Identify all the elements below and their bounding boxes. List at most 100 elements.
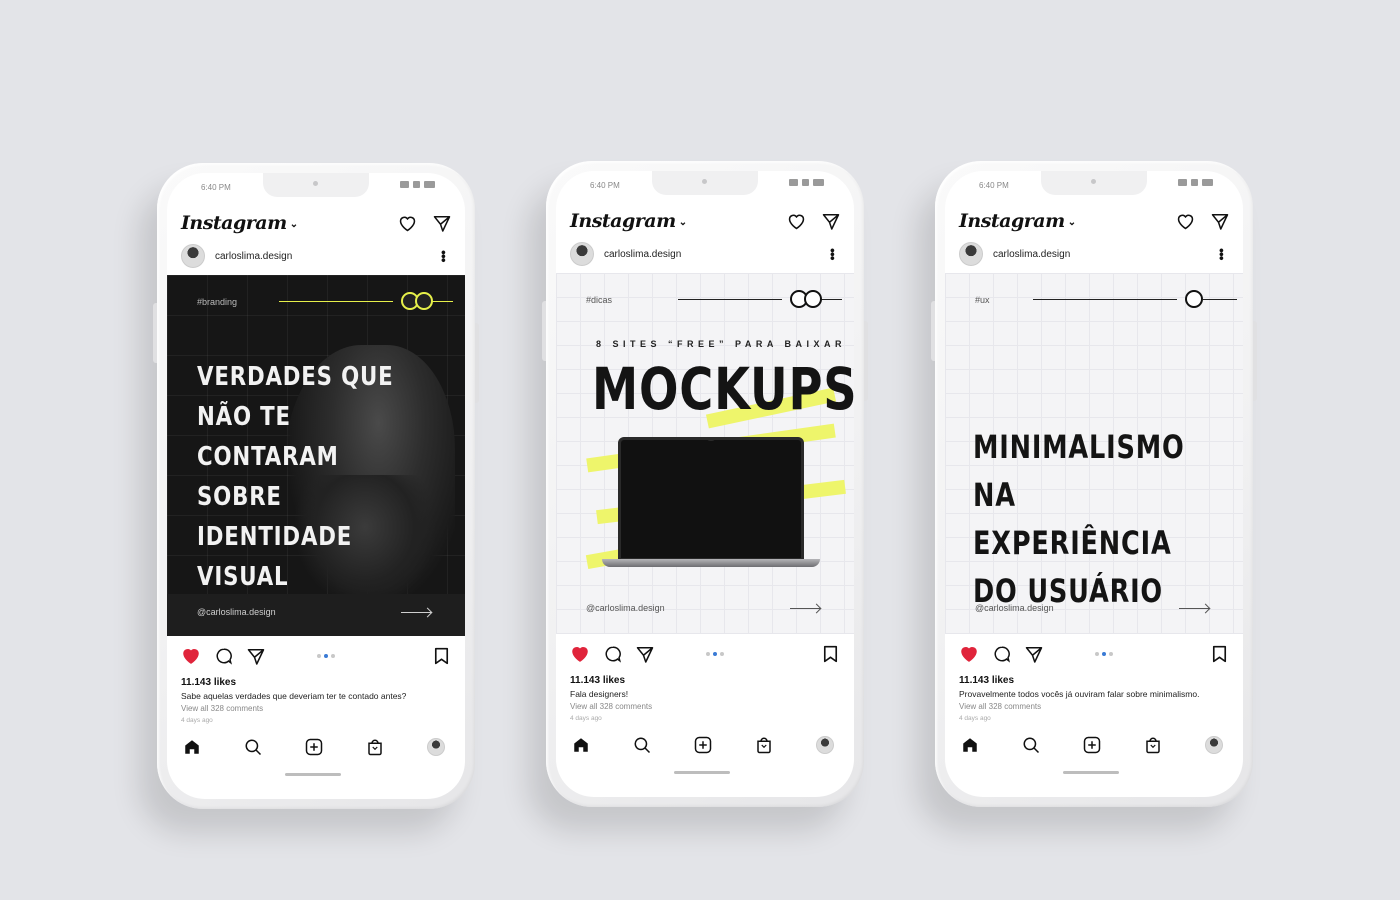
author-avatar[interactable]: [570, 242, 594, 266]
search-icon[interactable]: [1022, 736, 1040, 754]
comment-icon[interactable]: [993, 645, 1011, 663]
send-icon[interactable]: [433, 215, 451, 232]
add-icon[interactable]: [305, 738, 323, 756]
bookmark-icon[interactable]: [434, 647, 449, 665]
carousel-dot: [1102, 652, 1106, 656]
home-indicator[interactable]: [1063, 771, 1119, 774]
post-actions: [959, 643, 1227, 665]
avatar-badges: [790, 290, 822, 308]
heart-icon[interactable]: [787, 213, 806, 230]
author-avatar[interactable]: [959, 242, 983, 266]
post-image[interactable]: #branding VERDADES QUE NÃO TE CONTARAM SOBR…: [167, 275, 465, 636]
more-options-icon[interactable]: •••: [1214, 248, 1230, 260]
shop-icon[interactable]: [755, 736, 773, 754]
post-timestamp: 4 days ago: [570, 715, 602, 722]
author-username[interactable]: carloslima.design: [993, 249, 1070, 260]
send-icon[interactable]: [1025, 646, 1043, 663]
heart-icon[interactable]: [398, 215, 417, 232]
phone-mockup: 6:40 PM Instagram ⌄ carloslima.design •••…: [153, 163, 479, 809]
home-icon[interactable]: [961, 736, 979, 754]
send-icon[interactable]: [636, 646, 654, 663]
post-actions: [570, 643, 838, 665]
heart-filled-icon[interactable]: [959, 645, 979, 663]
post-handle: @carloslima.design: [586, 603, 665, 613]
instagram-logo[interactable]: Instagram ⌄: [959, 210, 1076, 232]
like-count[interactable]: 11.143 likes: [959, 675, 1014, 686]
heart-filled-icon[interactable]: [181, 647, 201, 665]
more-options-icon[interactable]: •••: [436, 250, 452, 262]
divider-line: [678, 299, 782, 300]
home-indicator[interactable]: [674, 771, 730, 774]
carousel-dot: [1095, 652, 1099, 656]
carousel-indicator: [317, 654, 335, 658]
view-comments-link[interactable]: View all 328 comments: [570, 702, 652, 711]
chevron-down-icon[interactable]: ⌄: [1068, 217, 1076, 228]
more-options-icon[interactable]: •••: [825, 248, 841, 260]
signal-icon: [789, 179, 798, 186]
bottom-nav: [961, 731, 1223, 759]
notch: [263, 173, 369, 197]
like-count[interactable]: 11.143 likes: [181, 677, 236, 688]
bookmark-icon[interactable]: [1212, 645, 1227, 663]
post-timestamp: 4 days ago: [181, 717, 213, 724]
heart-filled-icon[interactable]: [570, 645, 590, 663]
battery-icon: [813, 179, 824, 186]
send-icon[interactable]: [247, 648, 265, 665]
carousel-dot: [331, 654, 335, 658]
heart-icon[interactable]: [1176, 213, 1195, 230]
author-username[interactable]: carloslima.design: [215, 251, 292, 262]
headline-line: VISUAL: [197, 562, 289, 592]
divider-line: [820, 299, 842, 300]
phone-mockup: 6:40 PM Instagram ⌄ carloslima.design •••…: [542, 161, 868, 807]
author-avatar[interactable]: [181, 244, 205, 268]
instagram-logo[interactable]: Instagram ⌄: [181, 212, 298, 234]
view-comments-link[interactable]: View all 328 comments: [959, 702, 1041, 711]
send-icon[interactable]: [822, 213, 840, 230]
carousel-indicator: [706, 652, 724, 656]
notch: [652, 171, 758, 195]
comment-icon[interactable]: [604, 645, 622, 663]
comment-icon[interactable]: [215, 647, 233, 665]
search-icon[interactable]: [633, 736, 651, 754]
post-author-row: carloslima.design •••: [959, 239, 1230, 269]
profile-avatar[interactable]: [427, 738, 445, 756]
bookmark-icon[interactable]: [823, 645, 838, 663]
instagram-logo[interactable]: Instagram ⌄: [570, 210, 687, 232]
post-handle: @carloslima.design: [197, 607, 276, 617]
phone-screen: 6:40 PM Instagram ⌄ carloslima.design •••…: [945, 171, 1243, 797]
send-icon[interactable]: [1211, 213, 1229, 230]
post-hashtag: #ux: [975, 295, 990, 305]
search-icon[interactable]: [244, 738, 262, 756]
like-count[interactable]: 11.143 likes: [570, 675, 625, 686]
add-icon[interactable]: [1083, 736, 1101, 754]
profile-avatar[interactable]: [1205, 736, 1223, 754]
add-icon[interactable]: [694, 736, 712, 754]
phone-screen: 6:40 PM Instagram ⌄ carloslima.design •••…: [556, 171, 854, 797]
post-caption: Provavelmente todos vocês já ouviram fal…: [959, 689, 1200, 699]
post-headline: MOCKUPS: [592, 355, 854, 423]
carousel-dot: [713, 652, 717, 656]
carousel-dot: [317, 654, 321, 658]
divider-line: [1203, 299, 1237, 300]
swipe-arrow-icon: [401, 612, 431, 613]
author-username[interactable]: carloslima.design: [604, 249, 681, 260]
laptop-base: [602, 559, 820, 567]
shop-icon[interactable]: [366, 738, 384, 756]
battery-icon: [424, 181, 435, 188]
post-image[interactable]: #dicas 8 SITES “FREE” PARA BAIXAR MOCKUPS @…: [556, 273, 854, 634]
home-indicator[interactable]: [285, 773, 341, 776]
wifi-icon: [1191, 179, 1198, 186]
view-comments-link[interactable]: View all 328 comments: [181, 704, 263, 713]
shop-icon[interactable]: [1144, 736, 1162, 754]
home-icon[interactable]: [183, 738, 201, 756]
home-icon[interactable]: [572, 736, 590, 754]
post-timestamp: 4 days ago: [959, 715, 991, 722]
chevron-down-icon[interactable]: ⌄: [290, 219, 298, 230]
swipe-arrow-icon: [1179, 608, 1209, 609]
chevron-down-icon[interactable]: ⌄: [679, 217, 687, 228]
post-headline: MINIMALISMO NA EXPERIÊNCIA DO USUÁRIO: [973, 423, 1189, 615]
status-time: 6:40 PM: [201, 183, 231, 192]
bottom-nav: [183, 733, 445, 761]
post-image[interactable]: #ux MINIMALISMO NA EXPERIÊNCIA DO USUÁRIO @c…: [945, 273, 1243, 634]
profile-avatar[interactable]: [816, 736, 834, 754]
